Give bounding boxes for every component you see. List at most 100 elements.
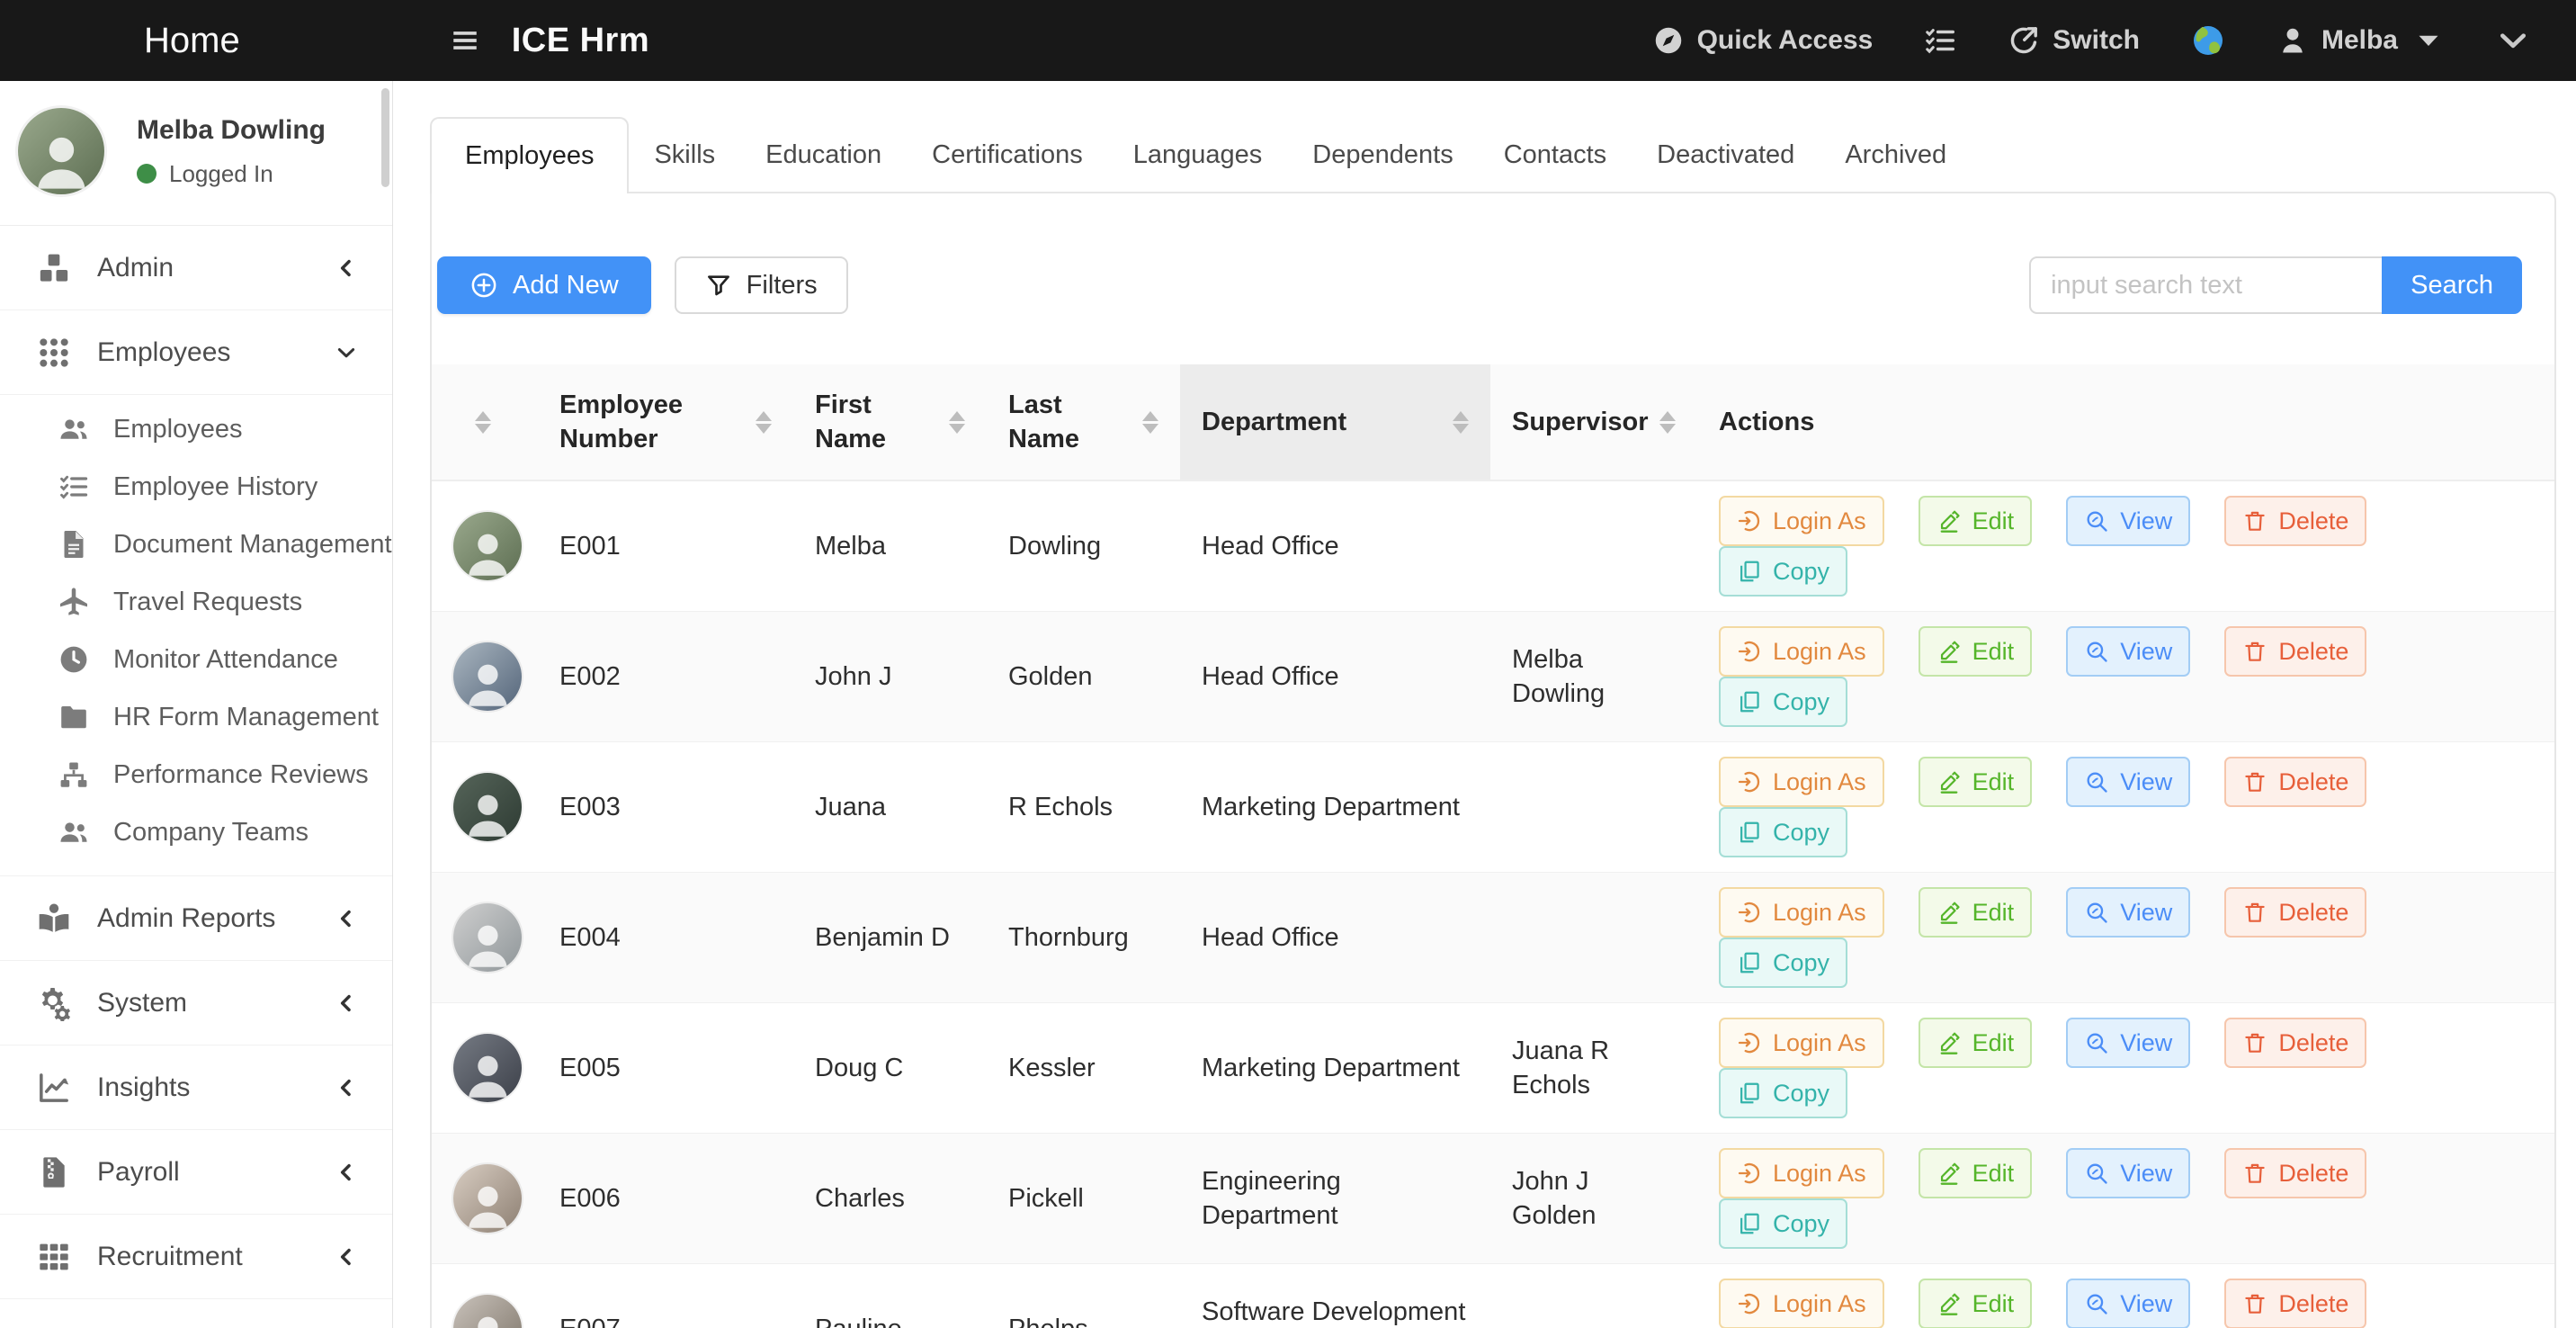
language-globe-button[interactable] [2190, 22, 2226, 58]
column-header-first_name[interactable]: First Name [793, 364, 987, 480]
quick-access-button[interactable]: Quick Access [1652, 24, 1874, 57]
tab-certifications[interactable]: Certifications [907, 117, 1108, 193]
delete-button[interactable]: Delete [2224, 1018, 2366, 1068]
edit-button[interactable]: Edit [1919, 1018, 2033, 1068]
edit-icon [1936, 639, 1962, 664]
tab-archived[interactable]: Archived [1820, 117, 1972, 193]
employee-avatar [453, 512, 522, 580]
user-menu[interactable]: Melba [2276, 24, 2445, 57]
sidebar-subitem-employees[interactable]: Employees [0, 400, 392, 458]
nav-home-link[interactable]: Home [144, 21, 240, 61]
delete-button[interactable]: Delete [2224, 1148, 2366, 1198]
login-button[interactable]: Login As [1719, 757, 1884, 807]
copy-button[interactable]: Copy [1719, 938, 1847, 988]
cell-supervisor: Juana R Echols [1490, 1003, 1697, 1134]
delete-icon [2242, 639, 2267, 664]
edit-button[interactable]: Edit [1919, 757, 2033, 807]
delete-button[interactable]: Delete [2224, 626, 2366, 677]
view-button[interactable]: View [2066, 626, 2190, 677]
edit-button[interactable]: Edit [1919, 1279, 2033, 1328]
copy-button[interactable]: Copy [1719, 807, 1847, 857]
tab-education[interactable]: Education [740, 117, 907, 193]
search-input[interactable] [2029, 256, 2382, 314]
sidebar-item-admin-reports[interactable]: Admin Reports [0, 876, 392, 961]
copy-button[interactable]: Copy [1719, 1198, 1847, 1249]
folder-icon [58, 701, 90, 733]
navbar-collapse-chevron[interactable] [2495, 22, 2531, 58]
filters-button[interactable]: Filters [675, 256, 848, 314]
view-button[interactable]: View [2066, 496, 2190, 546]
column-header-supervisor[interactable]: Supervisor [1490, 364, 1697, 480]
copy-button[interactable]: Copy [1719, 677, 1847, 727]
sidebar-item-discussions[interactable]: Discussions [0, 1299, 392, 1328]
login-button[interactable]: Login As [1719, 1279, 1884, 1328]
table-header-row: Employee Number First Name Last Name Dep… [432, 364, 2554, 480]
edit-button[interactable]: Edit [1919, 887, 2033, 938]
avatar[interactable] [18, 108, 104, 194]
sidebar-subitem-document-management[interactable]: Document Management [0, 516, 392, 573]
view-button[interactable]: View [2066, 1148, 2190, 1198]
login-button[interactable]: Login As [1719, 1148, 1884, 1198]
login-button[interactable]: Login As [1719, 496, 1884, 546]
switch-button[interactable]: Switch [2008, 24, 2140, 57]
cell-department: Marketing Department [1180, 742, 1490, 873]
hamburger-menu-icon[interactable] [445, 25, 485, 56]
sidebar-item-insights[interactable]: Insights [0, 1045, 392, 1130]
sort-icon [756, 411, 772, 434]
login-button[interactable]: Login As [1719, 626, 1884, 677]
login-button[interactable]: Login As [1719, 887, 1884, 938]
view-button[interactable]: View [2066, 1018, 2190, 1068]
cell-supervisor [1490, 1264, 1697, 1328]
sidebar-item-admin[interactable]: Admin [0, 226, 392, 310]
sidebar-item-system[interactable]: System [0, 961, 392, 1045]
sidebar-item-payroll[interactable]: Payroll [0, 1130, 392, 1215]
sidebar-profile: Melba Dowling Logged In [0, 81, 392, 226]
delete-button[interactable]: Delete [2224, 1279, 2366, 1328]
view-button[interactable]: View [2066, 1279, 2190, 1328]
tab-employees[interactable]: Employees [430, 117, 629, 193]
sidebar-scrollbar[interactable] [381, 88, 389, 187]
add-new-button[interactable]: Add New [437, 256, 651, 314]
sidebar-subitem-performance-reviews[interactable]: Performance Reviews [0, 746, 392, 803]
view-button[interactable]: View [2066, 757, 2190, 807]
search-button[interactable]: Search [2382, 256, 2522, 314]
copy-button[interactable]: Copy [1719, 546, 1847, 597]
sidebar-subitem-employee-history[interactable]: Employee History [0, 458, 392, 516]
plus-circle-icon [470, 271, 498, 300]
delete-button[interactable]: Delete [2224, 887, 2366, 938]
tab-deactivated[interactable]: Deactivated [1632, 117, 1820, 193]
column-header-last_name[interactable]: Last Name [987, 364, 1180, 480]
cell-last-name: Phelps [987, 1264, 1180, 1328]
login-button[interactable]: Login As [1719, 1018, 1884, 1068]
view-button[interactable]: View [2066, 887, 2190, 938]
edit-button[interactable]: Edit [1919, 1148, 2033, 1198]
delete-button[interactable]: Delete [2224, 757, 2366, 807]
login-status: Logged In [137, 160, 326, 188]
sidebar-menu: Admin Employees Employees Employee Histo… [0, 226, 392, 1328]
edit-button[interactable]: Edit [1919, 496, 2033, 546]
column-header-employee_number[interactable]: Employee Number [538, 364, 793, 480]
copy-icon [1737, 689, 1762, 714]
view-icon [2084, 508, 2109, 534]
sidebar-subitem-travel-requests[interactable]: Travel Requests [0, 573, 392, 631]
delete-button[interactable]: Delete [2224, 496, 2366, 546]
sidebar-subitem-company-teams[interactable]: Company Teams [0, 803, 392, 861]
tab-contacts[interactable]: Contacts [1479, 117, 1632, 193]
column-header-department[interactable]: Department [1180, 364, 1490, 480]
checklist-button[interactable] [1923, 23, 1957, 58]
copy-button[interactable]: Copy [1719, 1068, 1847, 1118]
tab-dependents[interactable]: Dependents [1287, 117, 1478, 193]
table-row: E004 Benjamin D Thornburg Head Office Lo… [432, 873, 2554, 1003]
edit-button[interactable]: Edit [1919, 626, 2033, 677]
tab-languages[interactable]: Languages [1108, 117, 1288, 193]
sidebar-subitem-monitor-attendance[interactable]: Monitor Attendance [0, 631, 392, 688]
sidebar-item-employees[interactable]: Employees [0, 310, 392, 395]
sidebar-subitem-hr-form-management[interactable]: HR Form Management [0, 688, 392, 746]
column-header-avatar[interactable] [432, 364, 538, 480]
sidebar-item-recruitment[interactable]: Recruitment [0, 1215, 392, 1299]
cell-employee-number: E003 [538, 742, 793, 873]
cell-supervisor: Melba Dowling [1490, 612, 1697, 742]
chevron-left-icon [335, 256, 358, 280]
cell-department: Head Office [1180, 873, 1490, 1003]
tab-skills[interactable]: Skills [629, 117, 740, 193]
